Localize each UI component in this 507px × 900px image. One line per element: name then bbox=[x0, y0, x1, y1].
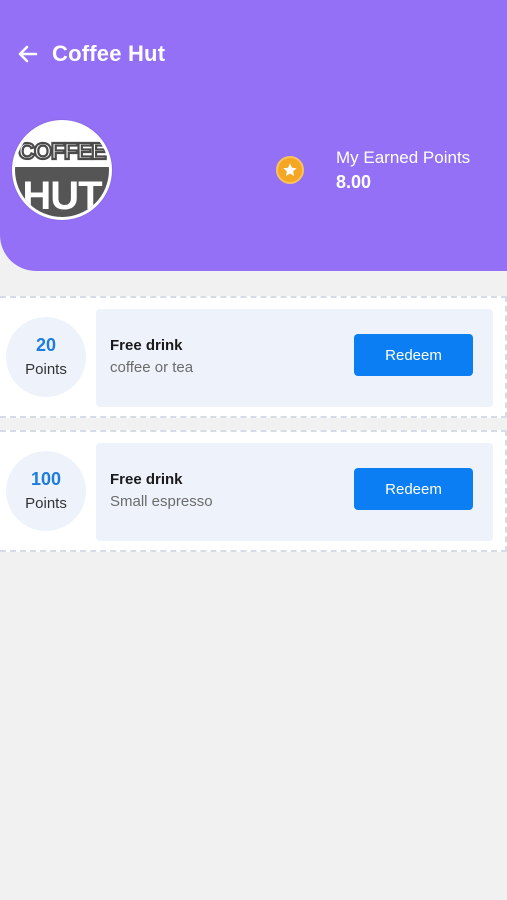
reward-title: Free drink bbox=[110, 471, 183, 488]
page-title: Coffee Hut bbox=[52, 41, 166, 66]
reward-points: 20 bbox=[35, 335, 57, 355]
rewards-list: 20 Points Free drink coffee or tea Redee… bbox=[0, 296, 507, 564]
points-summary: My Earned Points 8.00 bbox=[276, 146, 470, 194]
star-icon bbox=[276, 156, 304, 184]
reward-panel: Free drink Small espresso Redeem bbox=[96, 443, 493, 541]
header: Coffee Hut COFFEE HUT My Earned Points 8… bbox=[0, 0, 507, 271]
earned-points-value: 8.00 bbox=[336, 172, 372, 192]
points-circle: 20 Points bbox=[6, 317, 86, 397]
reward-panel: Free drink coffee or tea Redeem bbox=[96, 309, 493, 407]
redeem-button[interactable]: Redeem bbox=[354, 334, 473, 376]
points-circle: 100 Points bbox=[6, 451, 86, 531]
redeem-button[interactable]: Redeem bbox=[354, 468, 473, 510]
reward-points-label: Points bbox=[25, 495, 67, 512]
logo-text-bottom: HUT bbox=[22, 174, 102, 217]
store-logo: COFFEE HUT bbox=[12, 120, 112, 220]
reward-title: Free drink bbox=[110, 337, 183, 354]
reward-card: 100 Points Free drink Small espresso Red… bbox=[0, 430, 507, 552]
reward-points: 100 bbox=[30, 469, 62, 489]
top-bar: Coffee Hut bbox=[14, 36, 165, 72]
earned-points-label: My Earned Points bbox=[336, 148, 471, 167]
reward-subtitle: Small espresso bbox=[110, 493, 213, 510]
arrow-left-icon bbox=[18, 45, 38, 63]
reward-subtitle: coffee or tea bbox=[110, 359, 194, 376]
reward-points-label: Points bbox=[25, 361, 67, 378]
back-button[interactable] bbox=[14, 40, 42, 68]
reward-card: 20 Points Free drink coffee or tea Redee… bbox=[0, 296, 507, 418]
logo-text-top: COFFEE bbox=[18, 138, 106, 164]
